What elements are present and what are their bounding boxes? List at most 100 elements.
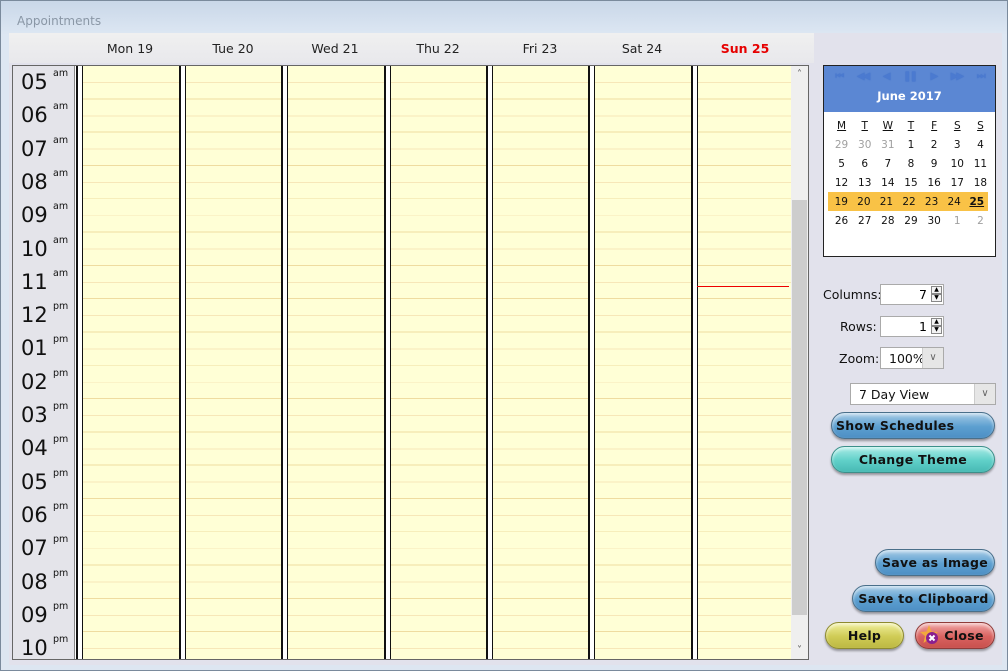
calendar-day[interactable]: 3 [946, 139, 969, 151]
day-header[interactable]: Thu 22 [388, 41, 488, 56]
schedule-grid[interactable]: 05 am 06 am 07 am 08 am 09 am 10 am 11 am 12 pm 01 pm 02 pm… [12, 65, 809, 660]
calendar-day[interactable]: 21 [875, 196, 898, 208]
calendar-day[interactable]: 24 [943, 196, 966, 208]
calendar-day[interactable]: 18 [969, 177, 992, 189]
scroll-thumb[interactable] [792, 200, 807, 615]
chevron-down-icon[interactable]: ∨ [922, 348, 943, 368]
calendar-week[interactable]: 19 20 21 22 23 24 25 [828, 192, 988, 211]
prev-icon[interactable]: ◀ [883, 71, 891, 82]
column-divider [697, 66, 698, 659]
mini-calendar: ⏮ ◀◀ ◀ ❚❚ ▶ ▶▶ ⏭ June 2017 M T W T F S S 29 30 31 1 2 3 4 5 6… [823, 65, 996, 257]
day-column[interactable] [179, 66, 281, 659]
calendar-day[interactable]: 27 [853, 215, 876, 227]
show-schedules-button[interactable]: Show Schedules [831, 412, 995, 439]
prev-year-icon[interactable]: ◀◀ [857, 71, 870, 82]
calendar-day[interactable]: 1 [899, 139, 922, 151]
day-header[interactable]: Fri 23 [490, 41, 590, 56]
day-column[interactable] [281, 66, 384, 659]
pause-icon[interactable]: ❚❚ [903, 71, 918, 82]
calendar-day[interactable]: 16 [923, 177, 946, 189]
next-icon[interactable]: ▶ [930, 71, 938, 82]
spin-down-icon[interactable]: ▼ [931, 294, 942, 302]
zoom-label: Zoom: [839, 351, 880, 366]
am-pm-label: pm [53, 401, 69, 412]
time-label: 07 am [21, 133, 75, 166]
calendar-day[interactable]: 23 [920, 196, 943, 208]
change-theme-button[interactable]: Change Theme [831, 446, 995, 473]
calendar-day[interactable]: 7 [876, 158, 899, 170]
spin-down-icon[interactable]: ▼ [931, 326, 942, 334]
calendar-day[interactable]: 30 [923, 215, 946, 227]
calendar-day[interactable]: 5 [830, 158, 853, 170]
save-to-clipboard-button[interactable]: Save to Clipboard [852, 585, 995, 612]
calendar-day[interactable]: 26 [830, 215, 853, 227]
save-as-image-button[interactable]: Save as Image [875, 549, 995, 576]
mini-calendar-header: ⏮ ◀◀ ◀ ❚❚ ▶ ▶▶ ⏭ June 2017 [824, 66, 995, 112]
calendar-day[interactable]: 14 [876, 177, 899, 189]
calendar-day[interactable]: 19 [830, 196, 853, 208]
day-header[interactable]: Tue 20 [183, 41, 283, 56]
calendar-day[interactable]: 25 [965, 196, 988, 208]
spin-up-icon[interactable]: ▲ [931, 286, 942, 294]
day-column[interactable] [486, 66, 588, 659]
day-header[interactable]: Mon 19 [80, 41, 180, 56]
calendar-day[interactable]: 12 [830, 177, 853, 189]
first-icon[interactable]: ⏮ [835, 71, 844, 82]
am-pm-label: pm [53, 434, 69, 446]
chevron-down-icon[interactable]: ∨ [974, 384, 995, 404]
calendar-week[interactable]: 12 13 14 15 16 17 18 [830, 173, 992, 192]
view-select[interactable]: 7 Day View ∨ [850, 383, 996, 405]
spin-up-icon[interactable]: ▲ [931, 318, 942, 326]
scroll-up-icon[interactable]: ˄ [791, 66, 808, 83]
calendar-day[interactable]: 29 [830, 139, 853, 151]
calendar-day[interactable]: 30 [853, 139, 876, 151]
am-pm-label: am [53, 68, 69, 79]
calendar-day[interactable]: 29 [899, 215, 922, 227]
calendar-day[interactable]: 17 [946, 177, 969, 189]
next-year-icon[interactable]: ▶▶ [951, 71, 964, 82]
calendar-week[interactable]: 5 6 7 8 9 10 11 [830, 154, 992, 173]
calendar-day[interactable]: 6 [853, 158, 876, 170]
calendar-week[interactable]: 26 27 28 29 30 1 2 [830, 211, 992, 230]
calendar-day[interactable]: 1 [946, 215, 969, 227]
help-button[interactable]: Help [825, 622, 904, 649]
weekday-label: T [861, 119, 868, 132]
day-column[interactable] [691, 66, 791, 659]
calendar-week[interactable]: 29 30 31 1 2 3 4 [830, 135, 992, 154]
calendar-day[interactable]: 20 [853, 196, 876, 208]
calendar-grid: M T W T F S S 29 30 31 1 2 3 4 5 6 7 8 9 10 11 12 13 14 15 16 17 18… [828, 116, 992, 230]
time-label: 06 pm [21, 499, 75, 532]
scroll-down-icon[interactable]: ˅ [791, 642, 808, 659]
calendar-day[interactable]: 13 [853, 177, 876, 189]
hour-number: 09 [21, 203, 48, 228]
calendar-day[interactable]: 2 [969, 215, 992, 227]
last-icon[interactable]: ⏭ [977, 71, 986, 82]
day-column[interactable] [588, 66, 691, 659]
time-label: 08 pm [21, 566, 75, 599]
calendar-day[interactable]: 10 [946, 158, 969, 170]
columns-spinner[interactable]: 7 ▲ ▼ [880, 284, 944, 305]
calendar-day[interactable]: 15 [899, 177, 922, 189]
am-pm-label: pm [53, 534, 69, 546]
time-label: 10 am [21, 233, 75, 266]
day-column[interactable] [384, 66, 486, 659]
day-header[interactable]: Sun 25 [695, 41, 795, 56]
vertical-scrollbar[interactable]: ˄ ˅ [791, 66, 808, 659]
calendar-day[interactable]: 4 [969, 139, 992, 151]
weekday-label: S [977, 119, 984, 132]
calendar-day[interactable]: 31 [876, 139, 899, 151]
calendar-day[interactable]: 2 [923, 139, 946, 151]
zoom-select[interactable]: 100% ∨ [880, 347, 944, 369]
day-header[interactable]: Wed 21 [285, 41, 385, 56]
calendar-day[interactable]: 22 [898, 196, 921, 208]
day-header[interactable]: Sat 24 [592, 41, 692, 56]
calendar-day[interactable]: 11 [969, 158, 992, 170]
calendar-day[interactable]: 8 [899, 158, 922, 170]
calendar-day[interactable]: 28 [876, 215, 899, 227]
time-label: 11 am [21, 266, 75, 299]
column-divider [185, 66, 186, 659]
day-column[interactable] [76, 66, 179, 659]
close-button[interactable]: Close [915, 622, 995, 649]
calendar-day[interactable]: 9 [923, 158, 946, 170]
rows-spinner[interactable]: 1 ▲ ▼ [880, 316, 944, 337]
